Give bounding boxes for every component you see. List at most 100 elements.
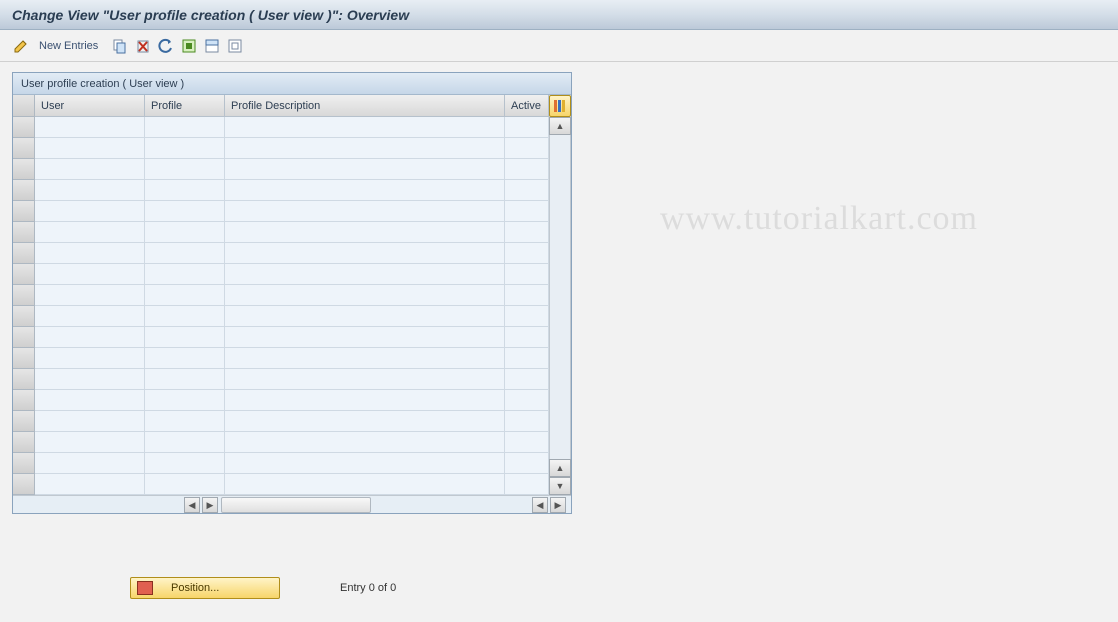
scroll-right-end-button[interactable]: ▶	[550, 497, 566, 513]
cell-desc[interactable]	[225, 369, 505, 390]
cell-profile[interactable]	[145, 453, 225, 474]
cell-active[interactable]	[505, 306, 549, 327]
cell-user[interactable]	[35, 138, 145, 159]
cell-desc[interactable]	[225, 138, 505, 159]
cell-profile[interactable]	[145, 264, 225, 285]
row-selector[interactable]	[13, 306, 35, 327]
cell-desc[interactable]	[225, 201, 505, 222]
cell-user[interactable]	[35, 243, 145, 264]
cell-active[interactable]	[505, 348, 549, 369]
column-header-user[interactable]: User	[35, 95, 145, 117]
cell-active[interactable]	[505, 264, 549, 285]
cell-active[interactable]	[505, 180, 549, 201]
cell-active[interactable]	[505, 432, 549, 453]
cell-active[interactable]	[505, 117, 549, 138]
row-selector[interactable]	[13, 264, 35, 285]
row-selector-header[interactable]	[13, 95, 35, 117]
cell-user[interactable]	[35, 327, 145, 348]
cell-desc[interactable]	[225, 285, 505, 306]
row-selector[interactable]	[13, 201, 35, 222]
cell-profile[interactable]	[145, 285, 225, 306]
row-selector[interactable]	[13, 348, 35, 369]
cell-desc[interactable]	[225, 243, 505, 264]
cell-profile[interactable]	[145, 180, 225, 201]
cell-active[interactable]	[505, 201, 549, 222]
cell-user[interactable]	[35, 222, 145, 243]
cell-user[interactable]	[35, 201, 145, 222]
cell-profile[interactable]	[145, 432, 225, 453]
scroll-down-button[interactable]: ▼	[549, 477, 571, 495]
cell-user[interactable]	[35, 117, 145, 138]
cell-desc[interactable]	[225, 264, 505, 285]
cell-user[interactable]	[35, 264, 145, 285]
cell-active[interactable]	[505, 138, 549, 159]
table-settings-button[interactable]	[549, 95, 571, 117]
cell-user[interactable]	[35, 285, 145, 306]
row-selector[interactable]	[13, 285, 35, 306]
cell-profile[interactable]	[145, 327, 225, 348]
row-selector[interactable]	[13, 432, 35, 453]
row-selector[interactable]	[13, 327, 35, 348]
cell-profile[interactable]	[145, 390, 225, 411]
vertical-scroll-track[interactable]	[549, 135, 571, 459]
cell-active[interactable]	[505, 453, 549, 474]
row-selector[interactable]	[13, 222, 35, 243]
row-selector[interactable]	[13, 390, 35, 411]
scroll-left-end-button[interactable]: ◀	[532, 497, 548, 513]
undo-icon[interactable]	[157, 37, 175, 55]
select-all-icon[interactable]	[180, 37, 198, 55]
cell-user[interactable]	[35, 390, 145, 411]
row-selector[interactable]	[13, 138, 35, 159]
deselect-all-icon[interactable]	[226, 37, 244, 55]
cell-user[interactable]	[35, 474, 145, 495]
cell-active[interactable]	[505, 243, 549, 264]
cell-user[interactable]	[35, 348, 145, 369]
cell-user[interactable]	[35, 159, 145, 180]
cell-profile[interactable]	[145, 369, 225, 390]
cell-desc[interactable]	[225, 306, 505, 327]
cell-user[interactable]	[35, 306, 145, 327]
edit-pencil-icon[interactable]	[12, 37, 30, 55]
cell-desc[interactable]	[225, 453, 505, 474]
cell-user[interactable]	[35, 180, 145, 201]
select-block-icon[interactable]	[203, 37, 221, 55]
cell-profile[interactable]	[145, 201, 225, 222]
row-selector[interactable]	[13, 243, 35, 264]
cell-active[interactable]	[505, 411, 549, 432]
copy-icon[interactable]	[111, 37, 129, 55]
cell-active[interactable]	[505, 390, 549, 411]
row-selector[interactable]	[13, 117, 35, 138]
cell-profile[interactable]	[145, 243, 225, 264]
cell-desc[interactable]	[225, 474, 505, 495]
cell-desc[interactable]	[225, 390, 505, 411]
row-selector[interactable]	[13, 369, 35, 390]
cell-user[interactable]	[35, 411, 145, 432]
scroll-up-page-button[interactable]: ▲	[549, 459, 571, 477]
cell-active[interactable]	[505, 327, 549, 348]
cell-active[interactable]	[505, 369, 549, 390]
column-header-active[interactable]: Active	[505, 95, 549, 117]
cell-desc[interactable]	[225, 327, 505, 348]
cell-user[interactable]	[35, 432, 145, 453]
row-selector[interactable]	[13, 453, 35, 474]
cell-profile[interactable]	[145, 222, 225, 243]
cell-desc[interactable]	[225, 117, 505, 138]
scroll-right-button[interactable]: ▶	[202, 497, 218, 513]
cell-desc[interactable]	[225, 180, 505, 201]
cell-desc[interactable]	[225, 411, 505, 432]
row-selector[interactable]	[13, 180, 35, 201]
cell-profile[interactable]	[145, 117, 225, 138]
new-entries-button[interactable]: New Entries	[39, 40, 98, 52]
cell-profile[interactable]	[145, 474, 225, 495]
cell-user[interactable]	[35, 369, 145, 390]
row-selector[interactable]	[13, 411, 35, 432]
row-selector[interactable]	[13, 159, 35, 180]
cell-user[interactable]	[35, 453, 145, 474]
cell-desc[interactable]	[225, 348, 505, 369]
scroll-left-button[interactable]: ◀	[184, 497, 200, 513]
cell-profile[interactable]	[145, 306, 225, 327]
cell-profile[interactable]	[145, 348, 225, 369]
cell-active[interactable]	[505, 159, 549, 180]
cell-desc[interactable]	[225, 432, 505, 453]
delete-icon[interactable]	[134, 37, 152, 55]
